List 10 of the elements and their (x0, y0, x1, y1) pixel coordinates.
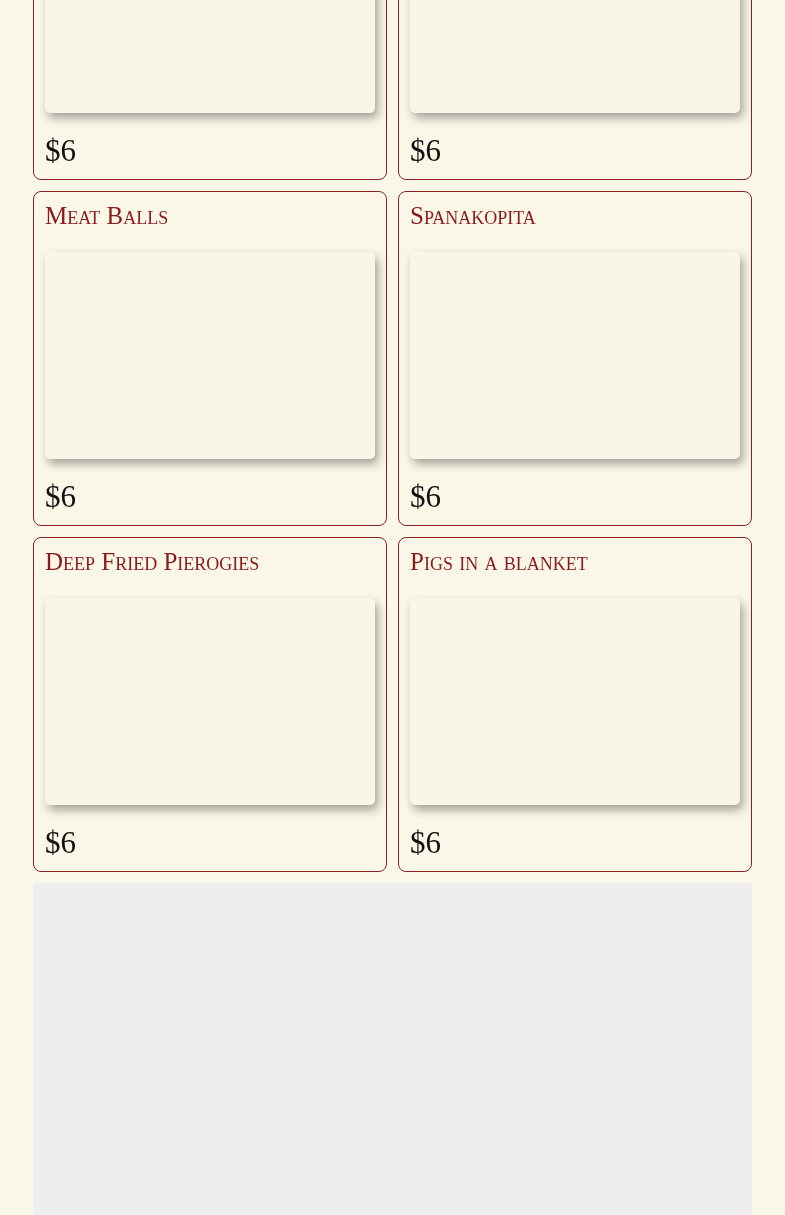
item-title: Spanakopita (410, 201, 536, 231)
item-price: $6 (45, 479, 76, 515)
item-price: $6 (410, 479, 441, 515)
item-price: $6 (45, 825, 76, 861)
item-price: $6 (410, 825, 441, 861)
item-title: Pigs in a blanket (410, 547, 588, 577)
item-title: Meat Balls (45, 201, 169, 231)
item-price: $6 (410, 133, 441, 169)
item-title: Deep Fried Pierogies (45, 547, 260, 577)
item-price: $6 (45, 133, 76, 169)
